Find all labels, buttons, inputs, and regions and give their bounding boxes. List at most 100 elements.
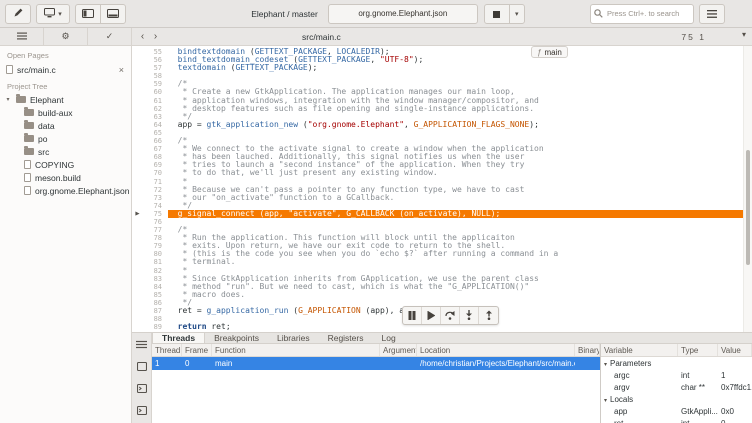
variable-row[interactable]: argvchar **0x7ffdc1... (601, 381, 752, 393)
variables-column-header[interactable]: Variable (601, 344, 678, 356)
search-input[interactable] (590, 4, 694, 24)
variable-row[interactable]: appGtkAppli...0x0 (601, 405, 752, 417)
variable-group-row[interactable]: ▾Parameters (601, 357, 752, 369)
omnibar[interactable]: org.gnome.Elephant.json (328, 4, 478, 24)
code-line[interactable]: 73 * our "on_activate" function to a GCa… (132, 194, 743, 202)
variables-column-header[interactable]: Type (678, 344, 718, 356)
editor-perspective-button[interactable] (5, 4, 31, 24)
dock-terminal-1-button[interactable] (135, 382, 149, 395)
tree-item[interactable]: COPYING (0, 158, 131, 171)
gutter[interactable]: 69 (132, 161, 168, 169)
code-line[interactable]: 85 * macro does. (132, 291, 743, 299)
dock-terminal-2-button[interactable] (135, 404, 149, 417)
tree-item[interactable]: org.gnome.Elephant.json (0, 184, 131, 197)
panel-tab-breakpoints[interactable]: Breakpoints (205, 333, 268, 343)
continue-button[interactable] (422, 307, 441, 324)
code-line[interactable]: 62 * desktop features such as file openi… (132, 105, 743, 113)
thread-row[interactable]: 10main/home/christian/Projects/Elephant/… (152, 357, 600, 370)
gutter[interactable]: 70 (132, 169, 168, 177)
gutter[interactable]: 83 (132, 275, 168, 283)
threads-column-header[interactable]: Frame (182, 344, 212, 356)
back-button[interactable]: ‹ (136, 29, 149, 45)
gutter[interactable]: 65 (132, 129, 168, 137)
step-over-button[interactable] (441, 307, 460, 324)
gutter[interactable]: 60 (132, 88, 168, 96)
code-line[interactable]: 70 * to do that, we'll just present any … (132, 169, 743, 177)
variable-row[interactable]: retint0 (601, 417, 752, 423)
variable-row[interactable]: argcint1 (601, 369, 752, 381)
code-line[interactable]: 65 (132, 129, 743, 137)
gutter[interactable]: 57 (132, 64, 168, 72)
panel-tab-registers[interactable]: Registers (319, 333, 373, 343)
tree-item[interactable]: data (0, 119, 131, 132)
threads-column-header[interactable]: Location (417, 344, 575, 356)
menu-button[interactable] (699, 4, 725, 24)
gutter[interactable]: 63 (132, 113, 168, 121)
scrollbar-thumb[interactable] (746, 150, 750, 265)
expander-icon[interactable]: ▾ (4, 96, 12, 103)
gutter[interactable]: 80 (132, 250, 168, 258)
tree-item[interactable]: meson.build (0, 171, 131, 184)
dock-output-button[interactable] (135, 360, 149, 373)
code-line[interactable]: 81 * terminal. (132, 258, 743, 266)
symbol-menu[interactable]: ƒ main (531, 46, 568, 58)
close-icon[interactable]: × (118, 65, 125, 75)
device-selector-button[interactable]: ▾ (36, 4, 70, 24)
threads-column-header[interactable]: Arguments (380, 344, 417, 356)
panel-tab-libraries[interactable]: Libraries (268, 333, 319, 343)
threads-column-header[interactable]: Binary (575, 344, 600, 356)
step-in-button[interactable] (460, 307, 479, 324)
gutter[interactable]: 68 (132, 153, 168, 161)
code-line[interactable]: 57 textdomain (GETTEXT_PACKAGE); (132, 64, 743, 72)
panel-tab-log[interactable]: Log (372, 333, 404, 343)
gutter[interactable]: 85 (132, 291, 168, 299)
gutter[interactable]: 58 (132, 72, 168, 80)
panel-tab-threads[interactable]: Threads (152, 333, 205, 343)
expander-icon[interactable]: ▾ (604, 362, 607, 368)
tree-item[interactable]: build-aux (0, 106, 131, 119)
stop-button[interactable] (484, 4, 510, 24)
gutter[interactable]: 66 (132, 137, 168, 145)
pause-button[interactable] (403, 307, 422, 324)
gutter[interactable]: 77 (132, 226, 168, 234)
gutter[interactable]: 61 (132, 97, 168, 105)
tree-item[interactable]: src (0, 145, 131, 158)
editor-scrollbar[interactable] (743, 46, 752, 332)
gutter[interactable]: 87 (132, 307, 168, 315)
gutter[interactable]: 76 (132, 218, 168, 226)
gutter[interactable]: 72 (132, 186, 168, 194)
code-line[interactable]: 64 app = gtk_application_new ("org.gnome… (132, 121, 743, 129)
threads-column-header[interactable]: Function (212, 344, 380, 356)
gutter[interactable]: 79 (132, 242, 168, 250)
gutter[interactable]: 67 (132, 145, 168, 153)
step-out-button[interactable] (479, 307, 498, 324)
dock-debugger-button[interactable] (135, 338, 149, 351)
toggle-left-panel-button[interactable] (75, 4, 101, 24)
gutter[interactable]: 86 (132, 299, 168, 307)
sidebar-tab-pages[interactable] (0, 28, 44, 45)
tree-item[interactable]: po (0, 132, 131, 145)
variables-column-header[interactable]: Value (718, 344, 752, 356)
code-line[interactable]: 58 (132, 72, 743, 80)
code-line[interactable]: 76 (132, 218, 743, 226)
code-area[interactable]: 55 bindtextdomain (GETTEXT_PACKAGE, LOCA… (132, 48, 743, 331)
gutter[interactable]: ▶75 (132, 210, 168, 218)
open-page-item[interactable]: src/main.c× (0, 62, 131, 77)
gutter[interactable]: 81 (132, 258, 168, 266)
gutter[interactable]: 74 (132, 202, 168, 210)
threads-column-header[interactable]: Thread (152, 344, 182, 356)
toggle-bottom-panel-button[interactable] (100, 4, 126, 24)
gutter[interactable]: 73 (132, 194, 168, 202)
gutter[interactable]: 84 (132, 283, 168, 291)
expander-icon[interactable]: ▾ (604, 398, 607, 404)
gutter[interactable]: 89 (132, 323, 168, 331)
sidebar-tab-checks[interactable]: ✓ (88, 28, 131, 45)
gutter[interactable]: 82 (132, 267, 168, 275)
gutter[interactable]: 55 (132, 48, 168, 56)
gutter[interactable]: 88 (132, 315, 168, 323)
gutter[interactable]: 78 (132, 234, 168, 242)
sidebar-tab-build[interactable]: ⚙ (44, 28, 88, 45)
variable-group-row[interactable]: ▾Locals (601, 393, 752, 405)
gutter[interactable]: 59 (132, 80, 168, 88)
forward-button[interactable]: › (149, 29, 162, 45)
